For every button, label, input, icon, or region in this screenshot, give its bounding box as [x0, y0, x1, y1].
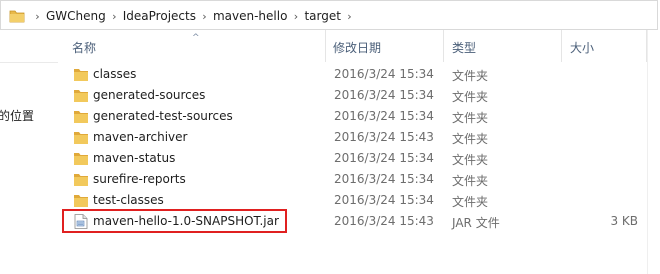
file-name: generated-test-sources	[93, 109, 233, 123]
file-name: test-classes	[93, 193, 164, 207]
column-header: ^ 名称 修改日期 类型 大小	[58, 30, 660, 62]
file-row[interactable]: maven-archiver 2016/3/24 15:43 文件夹	[58, 127, 660, 148]
breadcrumb-separator[interactable]: ›	[291, 10, 300, 23]
file-date: 2016/3/24 15:43	[334, 130, 434, 144]
column-header-size[interactable]: 大小	[570, 39, 594, 56]
nav-item-location[interactable]: 的位置	[0, 107, 34, 124]
file-name: surefire-reports	[93, 172, 186, 186]
file-size: 3 KB	[610, 214, 638, 228]
file-type: 文件夹	[452, 153, 489, 167]
file-date: 2016/3/24 15:34	[334, 172, 434, 186]
file-name: classes	[93, 67, 137, 81]
file-name: maven-status	[93, 151, 176, 165]
folder-icon	[9, 10, 25, 23]
file-date: 2016/3/24 15:34	[334, 88, 434, 102]
column-header-type[interactable]: 类型	[452, 39, 476, 56]
breadcrumb-item-maven-hello[interactable]: maven-hello	[213, 9, 287, 23]
folder-icon	[74, 153, 88, 165]
address-bar[interactable]: › GWCheng › IdeaProjects › maven-hello ›…	[0, 0, 658, 30]
column-divider[interactable]	[443, 30, 444, 62]
file-row[interactable]: classes 2016/3/24 15:34 文件夹	[58, 64, 660, 85]
breadcrumb-item-gwcheng[interactable]: GWCheng	[46, 9, 106, 23]
breadcrumb-item-ideaprojects[interactable]: IdeaProjects	[123, 9, 196, 23]
file-date: 2016/3/24 15:34	[334, 67, 434, 81]
folder-icon	[74, 132, 88, 144]
column-header-name[interactable]: 名称	[72, 39, 96, 56]
breadcrumb-separator[interactable]: ›	[110, 10, 119, 23]
file-date: 2016/3/24 15:34	[334, 193, 434, 207]
sort-ascending-icon: ^	[192, 33, 200, 43]
folder-icon	[74, 90, 88, 102]
vertical-scrollbar[interactable]	[647, 30, 660, 274]
column-header-date-modified[interactable]: 修改日期	[333, 39, 381, 56]
folder-icon	[74, 195, 88, 207]
file-type: 文件夹	[452, 132, 489, 146]
breadcrumb-separator[interactable]: ›	[345, 10, 354, 23]
file-row[interactable]: generated-sources 2016/3/24 15:34 文件夹	[58, 85, 660, 106]
file-row[interactable]: maven-status 2016/3/24 15:34 文件夹	[58, 148, 660, 169]
column-divider[interactable]	[561, 30, 562, 62]
folder-icon	[74, 69, 88, 81]
file-row[interactable]: generated-test-sources 2016/3/24 15:34 文…	[58, 106, 660, 127]
file-type: 文件夹	[452, 69, 489, 83]
file-date: 2016/3/24 15:43	[334, 214, 434, 228]
navigation-pane: 的位置	[0, 30, 58, 274]
file-type: JAR 文件	[452, 216, 500, 230]
breadcrumb-separator[interactable]: ›	[33, 10, 42, 23]
breadcrumb-item-target[interactable]: target	[304, 9, 341, 23]
breadcrumb-separator[interactable]: ›	[200, 10, 209, 23]
file-type: 文件夹	[452, 90, 489, 104]
file-type: 文件夹	[452, 195, 489, 209]
file-row[interactable]: test-classes 2016/3/24 15:34 文件夹	[58, 190, 660, 211]
file-name: maven-archiver	[93, 130, 188, 144]
folder-icon	[74, 111, 88, 123]
pane-divider	[0, 62, 58, 63]
file-date: 2016/3/24 15:34	[334, 109, 434, 123]
file-row[interactable]: surefire-reports 2016/3/24 15:34 文件夹	[58, 169, 660, 190]
column-divider[interactable]	[325, 30, 326, 62]
breadcrumb: › GWCheng › IdeaProjects › maven-hello ›…	[9, 1, 358, 31]
file-name: generated-sources	[93, 88, 206, 102]
highlight-annotation-box	[62, 209, 287, 233]
file-type: 文件夹	[452, 174, 489, 188]
folder-icon	[74, 174, 88, 186]
file-type: 文件夹	[452, 111, 489, 125]
file-date: 2016/3/24 15:34	[334, 151, 434, 165]
